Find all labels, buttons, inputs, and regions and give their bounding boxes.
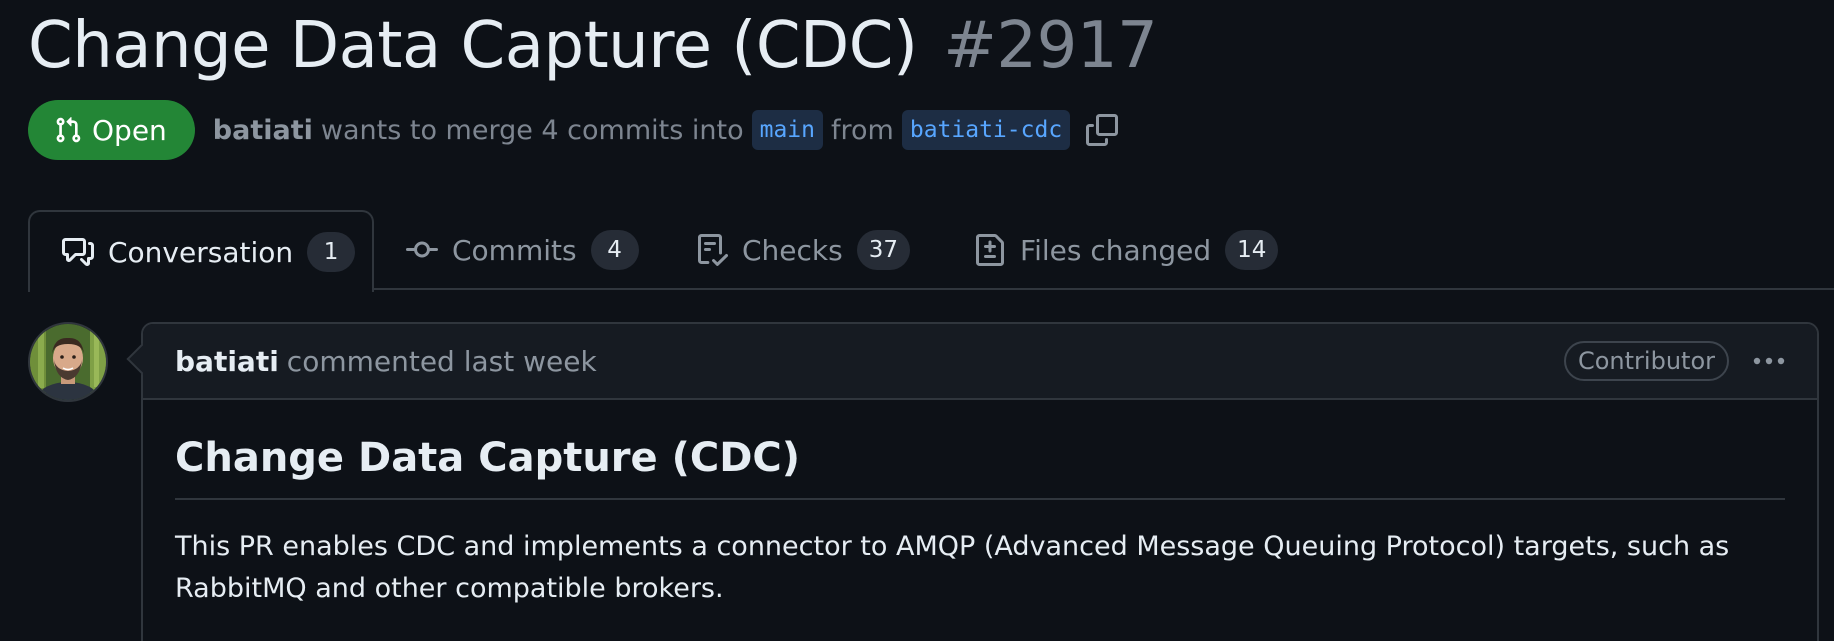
pr-meta: batiati wants to merge 4 commits into ma…: [213, 110, 1119, 150]
copy-branch-button[interactable]: [1086, 114, 1119, 146]
comment-heading: Change Data Capture (CDC): [175, 432, 1785, 500]
comment-discussion-icon: [62, 238, 94, 266]
comment-paragraph: This PR enables CDC and implements a con…: [175, 531, 1730, 604]
base-branch-link[interactable]: main: [751, 110, 823, 150]
state-badge-open: Open: [28, 100, 195, 160]
tab-counter: 4: [590, 230, 639, 270]
pr-title: Change Data Capture (CDC) #2917: [28, 4, 1158, 88]
tab-label: Files changed: [1020, 233, 1212, 267]
comment-header: batiati commented last week Contributor: [143, 324, 1817, 400]
avatar-image: [30, 324, 106, 400]
kebab-horizontal-icon: [1753, 357, 1785, 365]
tab-commits[interactable]: Commits 4: [406, 210, 639, 290]
from-text: from: [831, 114, 894, 146]
tab-label: Conversation: [108, 235, 294, 269]
tab-label: Commits: [452, 233, 577, 267]
tab-checks[interactable]: Checks 37: [696, 210, 911, 290]
merge-text: wants to merge 4 commits into: [320, 114, 744, 146]
pr-state-row: Open batiati wants to merge 4 commits in…: [28, 100, 1119, 160]
tab-counter: 37: [856, 230, 911, 270]
pr-title-text: Change Data Capture (CDC): [28, 9, 918, 83]
comment-timestamp[interactable]: commented last week: [287, 345, 597, 378]
comment-options-button[interactable]: [1751, 351, 1787, 371]
checklist-icon: [698, 234, 728, 266]
tab-counter: 1: [307, 232, 356, 272]
pr-number: #2917: [943, 9, 1158, 83]
pull-request-page: Change Data Capture (CDC) #2917 Open bat…: [0, 0, 1834, 641]
contributor-label: Contributor: [1563, 341, 1729, 381]
file-diff-icon: [976, 234, 1004, 266]
comment-author-link[interactable]: batiati: [175, 345, 279, 378]
tab-counter: 14: [1225, 230, 1279, 270]
state-label: Open: [92, 113, 167, 147]
pr-tabs: Conversation 1 Commits 4 Checks 37 Files…: [0, 210, 1834, 292]
comment-box: batiati commented last week Contributor …: [126, 322, 1819, 641]
tab-conversation[interactable]: Conversation 1: [28, 210, 374, 292]
avatar[interactable]: [28, 322, 108, 402]
tab-files-changed[interactable]: Files changed 14: [974, 210, 1279, 290]
pr-author-link[interactable]: batiati: [213, 115, 313, 146]
tab-label: Checks: [742, 233, 843, 267]
head-branch-link[interactable]: batiati-cdc: [901, 110, 1071, 150]
git-pull-request-icon: [56, 117, 81, 143]
git-commit-icon: [406, 241, 438, 258]
comment-body: Change Data Capture (CDC) This PR enable…: [143, 432, 1817, 610]
copy-icon: [1086, 114, 1119, 146]
